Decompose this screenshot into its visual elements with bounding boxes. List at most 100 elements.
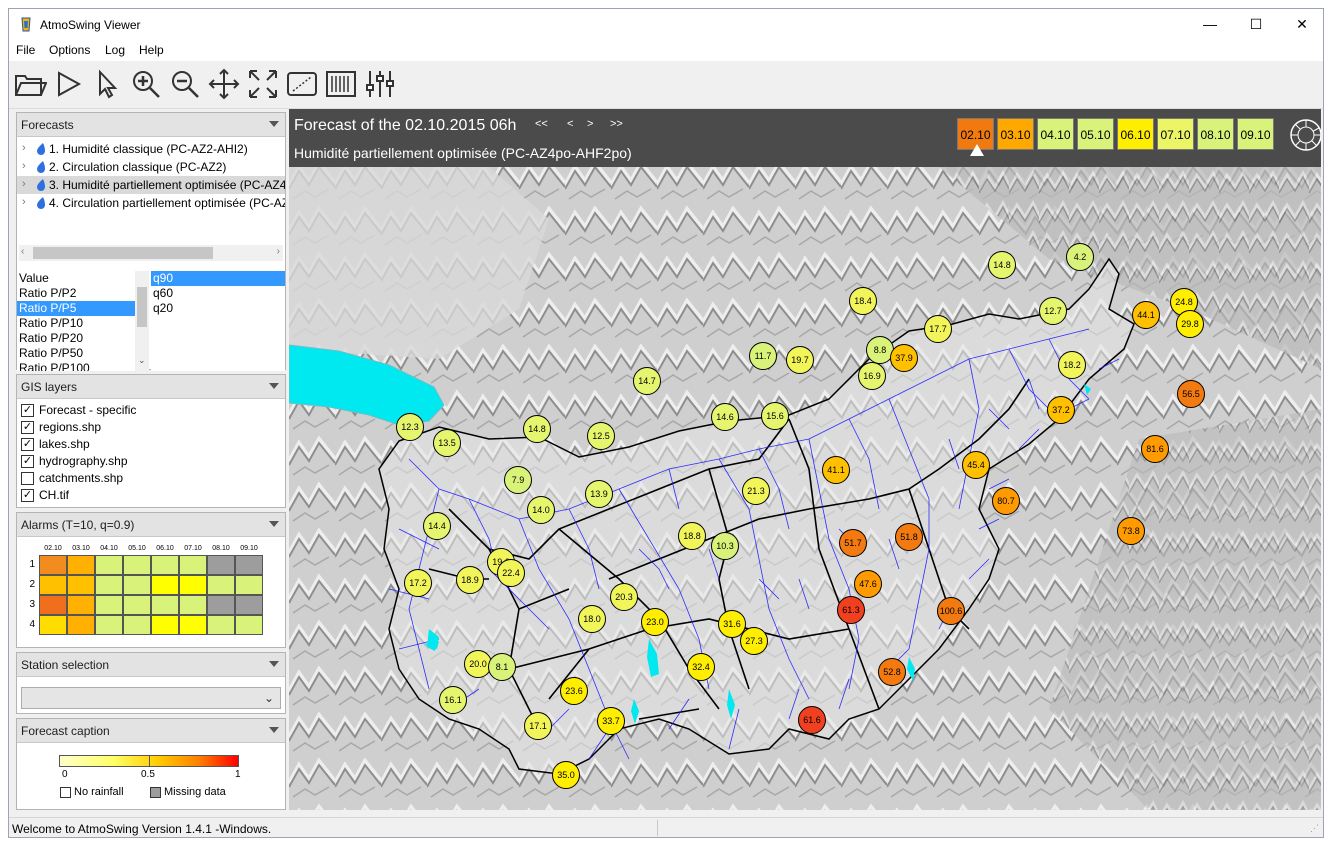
alarm-cell[interactable] bbox=[67, 555, 95, 575]
station-marker[interactable]: 4.2 bbox=[1066, 243, 1094, 271]
station-marker[interactable]: 47.6 bbox=[854, 570, 882, 598]
station-marker[interactable]: 61.3 bbox=[837, 596, 865, 624]
zoom-in-icon[interactable] bbox=[129, 67, 163, 101]
display-option[interactable]: Ratio P/P50 bbox=[17, 346, 135, 361]
station-marker[interactable]: 81.6 bbox=[1141, 435, 1169, 463]
list-scrollbar[interactable]: ⌄ bbox=[135, 271, 149, 371]
station-marker[interactable]: 14.8 bbox=[523, 415, 551, 443]
lead-time-date-button[interactable]: 03.10 bbox=[997, 118, 1034, 150]
station-marker[interactable]: 18.0 bbox=[578, 605, 606, 633]
station-marker[interactable]: 33.7 bbox=[597, 707, 625, 735]
quantile-option-selected[interactable]: q90 bbox=[151, 271, 285, 286]
layer-checkbox[interactable]: ✓ bbox=[21, 404, 34, 417]
station-marker[interactable]: 17.2 bbox=[404, 569, 432, 597]
station-marker[interactable]: 12.3 bbox=[396, 413, 424, 441]
alarm-cell[interactable] bbox=[151, 615, 179, 635]
alarm-cell[interactable] bbox=[39, 615, 67, 635]
station-marker[interactable]: 51.7 bbox=[839, 529, 867, 557]
alarm-cell[interactable] bbox=[207, 575, 235, 595]
nav-prev-button[interactable]: < bbox=[567, 118, 573, 130]
expand-arrow-icon[interactable]: › bbox=[22, 196, 26, 208]
scroll-right-icon[interactable]: › bbox=[277, 246, 280, 257]
scrollbar-thumb[interactable] bbox=[137, 287, 147, 327]
station-marker[interactable]: 20.3 bbox=[610, 583, 638, 611]
station-marker[interactable]: 80.7 bbox=[992, 487, 1020, 515]
station-marker[interactable]: 14.4 bbox=[423, 512, 451, 540]
alarm-cell[interactable] bbox=[67, 595, 95, 615]
alarm-cell[interactable] bbox=[235, 615, 263, 635]
layer-checkbox[interactable]: ✓ bbox=[21, 489, 34, 502]
station-marker[interactable]: 37.9 bbox=[890, 344, 918, 372]
station-marker[interactable]: 17.1 bbox=[524, 712, 552, 740]
alarm-cell[interactable] bbox=[95, 615, 123, 635]
station-marker[interactable]: 18.9 bbox=[456, 566, 484, 594]
alarm-cell[interactable] bbox=[123, 575, 151, 595]
alarm-cell[interactable] bbox=[39, 595, 67, 615]
station-marker[interactable]: 18.8 bbox=[678, 522, 706, 550]
expand-arrow-icon[interactable]: › bbox=[22, 160, 26, 172]
quantile-option[interactable]: q60 bbox=[151, 286, 285, 301]
alarm-cell[interactable] bbox=[151, 595, 179, 615]
station-marker[interactable]: 14.6 bbox=[711, 403, 739, 431]
map-view[interactable]: Forecast of the 02.10.2015 06h Humidité … bbox=[289, 109, 1321, 810]
alarm-cell[interactable] bbox=[235, 595, 263, 615]
station-marker[interactable]: 16.1 bbox=[439, 686, 467, 714]
alarm-cell[interactable] bbox=[95, 555, 123, 575]
menu-help[interactable]: Help bbox=[139, 43, 164, 57]
collapse-icon[interactable] bbox=[269, 521, 279, 527]
spiral-lead-time-icon[interactable] bbox=[1289, 118, 1321, 152]
station-marker[interactable]: 7.9 bbox=[504, 466, 532, 494]
station-marker[interactable]: 17.7 bbox=[924, 315, 952, 343]
alarm-cell[interactable] bbox=[123, 615, 151, 635]
station-marker[interactable]: 61.6 bbox=[798, 706, 826, 734]
station-marker[interactable]: 18.2 bbox=[1058, 351, 1086, 379]
display-mode-list[interactable]: Value Ratio P/P2 Ratio P/P5 Ratio P/P10 … bbox=[17, 271, 135, 371]
display-option[interactable]: Ratio P/P20 bbox=[17, 331, 135, 346]
station-marker[interactable]: 19.7 bbox=[786, 346, 814, 374]
caption-panel-header[interactable]: Forecast caption bbox=[17, 719, 285, 743]
alarm-cell[interactable] bbox=[179, 555, 207, 575]
station-marker[interactable]: 8.1 bbox=[488, 653, 516, 681]
collapse-icon[interactable] bbox=[269, 121, 279, 127]
alarms-panel-header[interactable]: Alarms (T=10, q=0.9) bbox=[17, 513, 285, 537]
menu-log[interactable]: Log bbox=[105, 43, 125, 57]
list-icon[interactable] bbox=[324, 67, 358, 101]
layer-checkbox[interactable]: ✓ bbox=[21, 421, 34, 434]
scroll-left-icon[interactable]: ‹ bbox=[21, 246, 24, 257]
collapse-icon[interactable] bbox=[269, 383, 279, 389]
station-marker[interactable]: 44.1 bbox=[1132, 301, 1160, 329]
station-marker[interactable]: 10.3 bbox=[711, 532, 739, 560]
station-marker[interactable]: 51.8 bbox=[895, 523, 923, 551]
station-marker[interactable]: 32.4 bbox=[687, 653, 715, 681]
station-marker[interactable]: 100.6 bbox=[937, 597, 965, 625]
close-button[interactable]: ✕ bbox=[1279, 9, 1325, 39]
alarm-cell[interactable] bbox=[95, 575, 123, 595]
nav-next-button[interactable]: > bbox=[587, 118, 593, 130]
nav-last-button[interactable]: >> bbox=[610, 118, 623, 130]
station-marker[interactable]: 14.0 bbox=[527, 496, 555, 524]
minimize-button[interactable]: — bbox=[1187, 9, 1233, 39]
zoom-out-icon[interactable] bbox=[168, 67, 202, 101]
alarm-cell[interactable] bbox=[179, 615, 207, 635]
forecast-item[interactable]: › 1. Humidité classique (PC-AZ2-AHI2) bbox=[17, 140, 285, 158]
expand-arrow-icon[interactable]: › bbox=[22, 142, 26, 154]
station-marker[interactable]: 13.5 bbox=[433, 429, 461, 457]
resize-grip-icon[interactable]: ⋰ bbox=[1310, 823, 1319, 834]
alarm-cell[interactable] bbox=[235, 575, 263, 595]
horizontal-scrollbar[interactable]: ‹ › bbox=[19, 245, 283, 261]
quantile-list[interactable]: q90 q60 q20 bbox=[151, 271, 285, 371]
lead-time-date-button[interactable]: 05.10 bbox=[1077, 118, 1114, 150]
station-marker[interactable]: 12.5 bbox=[587, 422, 615, 450]
forecasts-panel-header[interactable]: Forecasts bbox=[17, 113, 285, 137]
display-option[interactable]: Ratio P/P10 bbox=[17, 316, 135, 331]
alarm-cell[interactable] bbox=[67, 615, 95, 635]
pan-icon[interactable] bbox=[207, 67, 241, 101]
station-marker[interactable]: 14.7 bbox=[633, 367, 661, 395]
station-marker[interactable]: 56.5 bbox=[1177, 380, 1205, 408]
menu-options[interactable]: Options bbox=[49, 43, 90, 57]
alarm-cell[interactable] bbox=[67, 575, 95, 595]
layer-checkbox[interactable]: ✓ bbox=[21, 438, 34, 451]
scrollbar-thumb[interactable] bbox=[33, 247, 213, 259]
station-marker[interactable]: 35.0 bbox=[552, 761, 580, 789]
alarm-cell[interactable] bbox=[123, 555, 151, 575]
